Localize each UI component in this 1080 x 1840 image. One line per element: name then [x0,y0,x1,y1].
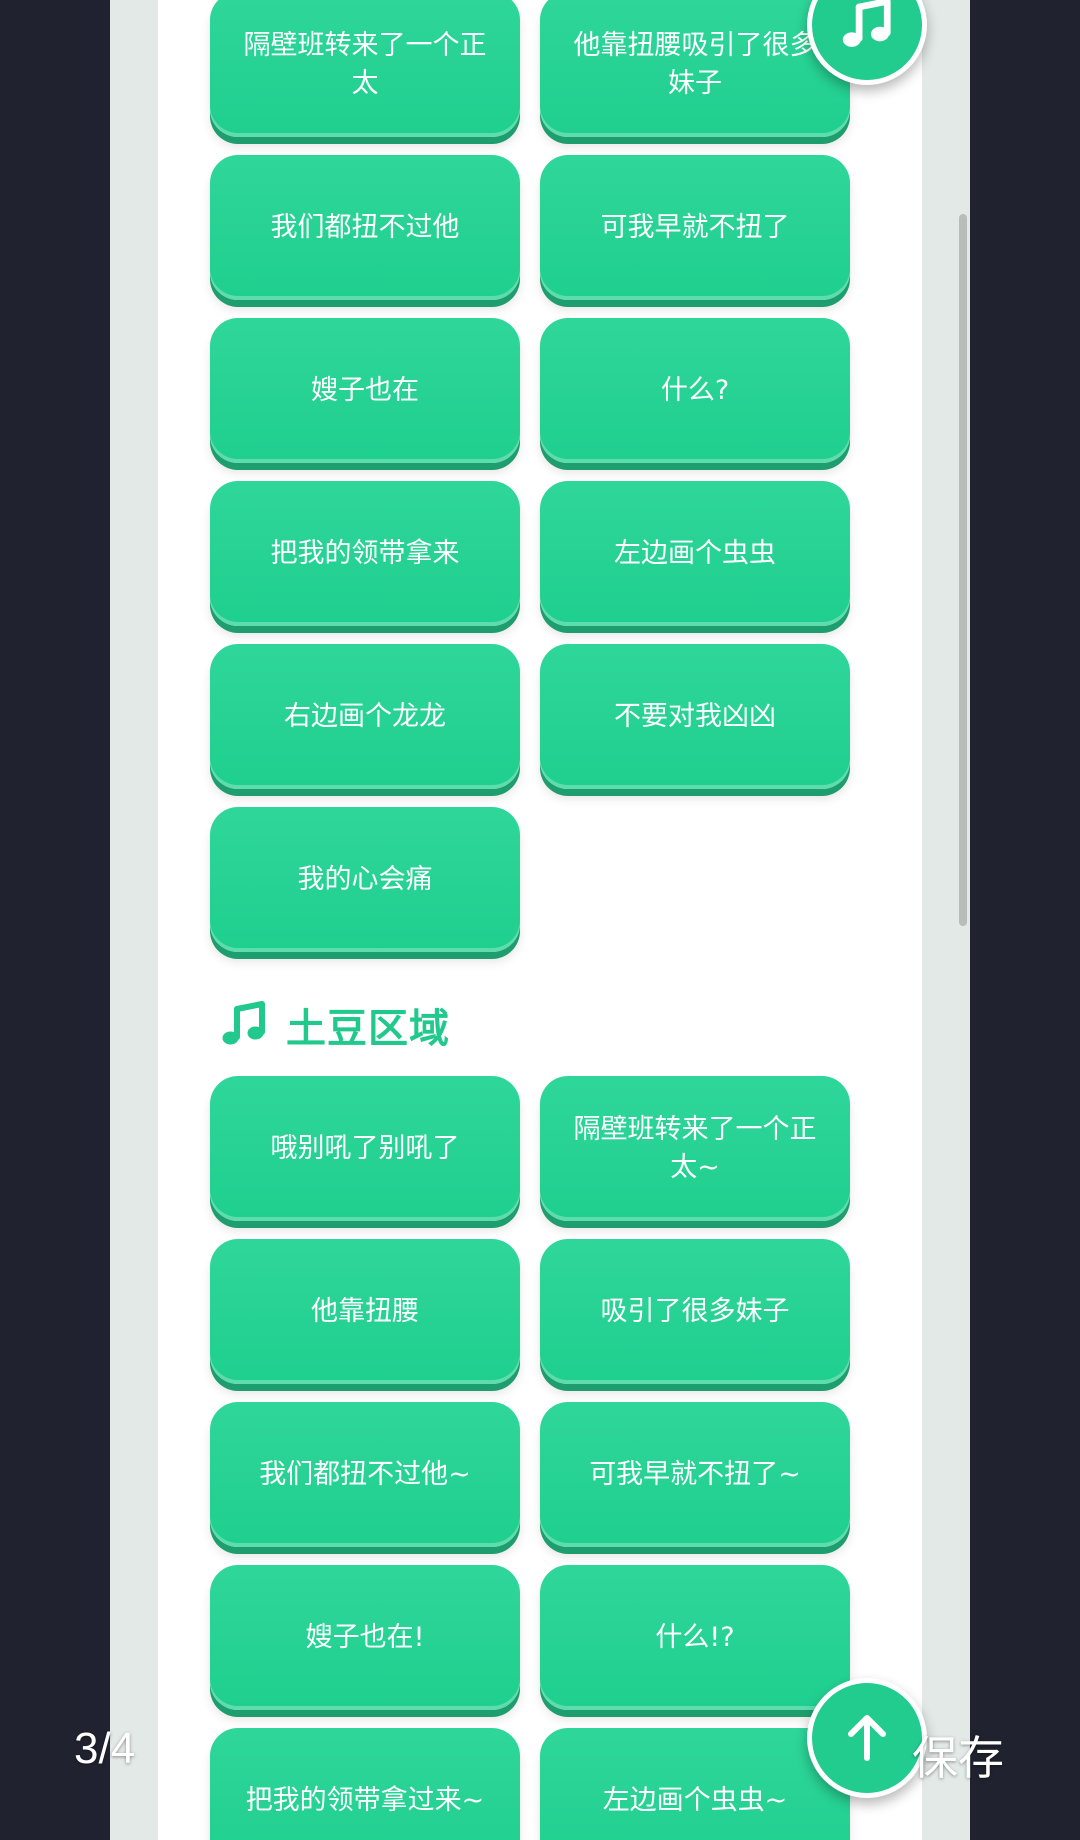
scrollbar[interactable] [959,214,967,926]
sound-button-label: 把我的领带拿过来~ [245,1784,485,1816]
sound-button-label: 他靠扭腰 [311,1295,419,1327]
sound-button-label: 左边画个虫虫 [614,537,776,569]
sound-button[interactable]: 他靠扭腰吸引了很多妹子 [540,0,850,137]
sound-button-label: 不要对我凶凶 [614,700,776,732]
sound-button-label: 哦别吼了别吼了 [270,1132,460,1164]
sound-button[interactable]: 隔壁班转来了一个正太 [210,0,520,137]
sound-button-label: 可我早就不扭了 [600,211,790,243]
image-viewer: 隔壁班转来了一个正太 他靠扭腰吸引了很多妹子 我们都扭不过他 可我早就不扭了 嫂… [0,0,1080,1840]
sound-button[interactable]: 右边画个龙龙 [210,644,520,789]
sound-button[interactable]: 嫂子也在! [210,1565,520,1710]
section-title: 土豆区域 [286,1006,450,1052]
music-note-icon [222,1001,265,1045]
sound-button[interactable]: 什么? [540,318,850,463]
sound-button-label: 左边画个虫虫~ [602,1784,788,1816]
scroll-to-top-button[interactable] [807,1678,927,1798]
sound-button[interactable]: 可我早就不扭了~ [540,1402,850,1547]
page-counter: 3/4 [74,1724,136,1773]
sound-button[interactable]: 我们都扭不过他 [210,155,520,300]
sound-button-label: 隔壁班转来了一个正太~ [573,1113,817,1183]
sound-button[interactable]: 把我的领带拿过来~ [210,1728,520,1840]
sound-button[interactable]: 我们都扭不过他~ [210,1402,520,1547]
sound-button-label: 嫂子也在! [305,1621,425,1653]
sound-grid-1: 隔壁班转来了一个正太 他靠扭腰吸引了很多妹子 我们都扭不过他 可我早就不扭了 嫂… [210,0,850,952]
sound-button-label: 什么? [660,374,730,406]
sound-button-label: 我们都扭不过他~ [259,1458,471,1490]
arrow-up-icon [848,1715,886,1761]
sound-button[interactable]: 左边画个虫虫~ [540,1728,850,1840]
sound-button-label: 隔壁班转来了一个正太 [243,29,487,99]
sound-button[interactable]: 可我早就不扭了 [540,155,850,300]
sound-button-label: 他靠扭腰吸引了很多妹子 [573,29,817,99]
screenshot-page: 隔壁班转来了一个正太 他靠扭腰吸引了很多妹子 我们都扭不过他 可我早就不扭了 嫂… [110,0,970,1840]
sound-button-label: 可我早就不扭了~ [589,1458,801,1490]
sound-button-label: 什么!? [655,1621,735,1653]
sound-button[interactable]: 把我的领带拿来 [210,481,520,626]
sound-button[interactable]: 嫂子也在 [210,318,520,463]
sound-button[interactable]: 他靠扭腰 [210,1239,520,1384]
sound-button-label: 右边画个龙龙 [284,700,446,732]
sound-grid-2: 哦别吼了别吼了 隔壁班转来了一个正太~ 他靠扭腰 吸引了很多妹子 我们都扭不过他… [210,1076,850,1840]
music-note-icon [842,0,891,47]
sound-button-label: 吸引了很多妹子 [600,1295,790,1327]
sound-button[interactable]: 哦别吼了别吼了 [210,1076,520,1221]
sound-button[interactable]: 吸引了很多妹子 [540,1239,850,1384]
sound-button-label: 我们都扭不过他 [270,211,460,243]
sound-button-label: 嫂子也在 [311,374,419,406]
sound-button[interactable]: 什么!? [540,1565,850,1710]
sound-button[interactable]: 不要对我凶凶 [540,644,850,789]
sound-button[interactable]: 左边画个虫虫 [540,481,850,626]
section-header: 土豆区域 [220,995,450,1055]
sound-button-label: 我的心会痛 [297,863,433,895]
sound-button[interactable]: 我的心会痛 [210,807,520,952]
sound-button[interactable]: 隔壁班转来了一个正太~ [540,1076,850,1221]
save-button[interactable]: 保存 [912,1722,1004,1788]
sound-button-label: 把我的领带拿来 [270,537,460,569]
